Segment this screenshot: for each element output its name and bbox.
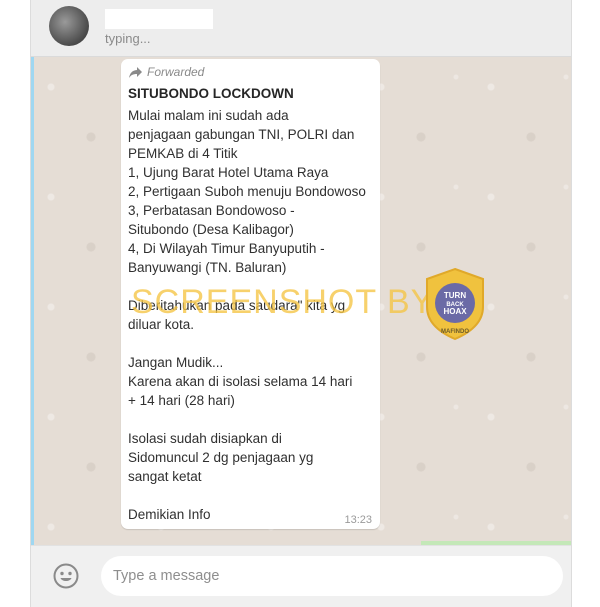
- message-input[interactable]: [101, 556, 563, 596]
- contact-avatar[interactable]: [49, 6, 89, 46]
- mafindo-logo: TURN BACK HOAX MAFINDO: [426, 267, 484, 341]
- contact-name[interactable]: [105, 9, 213, 29]
- forward-arrow-icon: [129, 66, 142, 78]
- compose-bar: [31, 545, 571, 607]
- svg-text:HOAX: HOAX: [443, 307, 467, 316]
- svg-text:MAFINDO: MAFINDO: [441, 329, 469, 335]
- selection-indicator: [31, 57, 34, 545]
- watermark-text: SCREENSHOT BY: [131, 283, 435, 321]
- forwarded-indicator: Forwarded: [129, 65, 204, 79]
- message-timestamp: 13:23: [344, 514, 372, 526]
- chat-header[interactable]: typing...: [31, 0, 571, 57]
- svg-text:TURN: TURN: [444, 291, 466, 300]
- smiley-icon[interactable]: [53, 563, 79, 589]
- chat-window: typing... Forwarded SITUBONDO LOCKDOWN M…: [30, 0, 572, 607]
- contact-status: typing...: [105, 31, 151, 46]
- message-title: SITUBONDO LOCKDOWN: [128, 86, 294, 101]
- forwarded-label: Forwarded: [147, 65, 205, 79]
- message-pane[interactable]: Forwarded SITUBONDO LOCKDOWN Mulai malam…: [31, 57, 571, 545]
